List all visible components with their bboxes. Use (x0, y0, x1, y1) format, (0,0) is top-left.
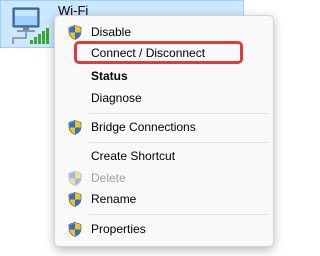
shield-icon (68, 120, 82, 135)
menu-item-label: Delete (91, 171, 126, 185)
menu-item-label: Properties (91, 222, 146, 236)
menu-item-label: Bridge Connections (91, 120, 196, 134)
highlight-annotation (74, 41, 243, 64)
screenshot-root: Wi-Fi Disable Connect / Disconnect Statu… (0, 0, 296, 256)
shield-icon (68, 192, 82, 207)
menu-item-disable[interactable]: Disable (60, 22, 268, 43)
menu-separator (89, 142, 269, 143)
menu-item-label: Diagnose (91, 91, 142, 105)
menu-item-create-shortcut[interactable]: Create Shortcut (60, 146, 268, 167)
menu-item-bridge-connections[interactable]: Bridge Connections (60, 117, 268, 138)
menu-item-delete: Delete (60, 168, 268, 189)
menu-item-label: Rename (91, 192, 137, 206)
menu-item-rename[interactable]: Rename (60, 189, 268, 210)
menu-item-label: Create Shortcut (91, 149, 176, 163)
shield-icon (68, 222, 82, 237)
menu-item-properties[interactable]: Properties (60, 219, 268, 240)
menu-separator (89, 113, 269, 114)
menu-separator (89, 214, 269, 215)
menu-item-diagnose[interactable]: Diagnose (60, 88, 268, 109)
menu-item-label: Status (91, 69, 128, 83)
shield-icon (68, 171, 82, 186)
menu-item-status[interactable]: Status (60, 66, 268, 87)
shield-icon (68, 25, 82, 40)
wifi-adapter-icon (12, 7, 49, 44)
menu-item-label: Disable (91, 25, 132, 39)
